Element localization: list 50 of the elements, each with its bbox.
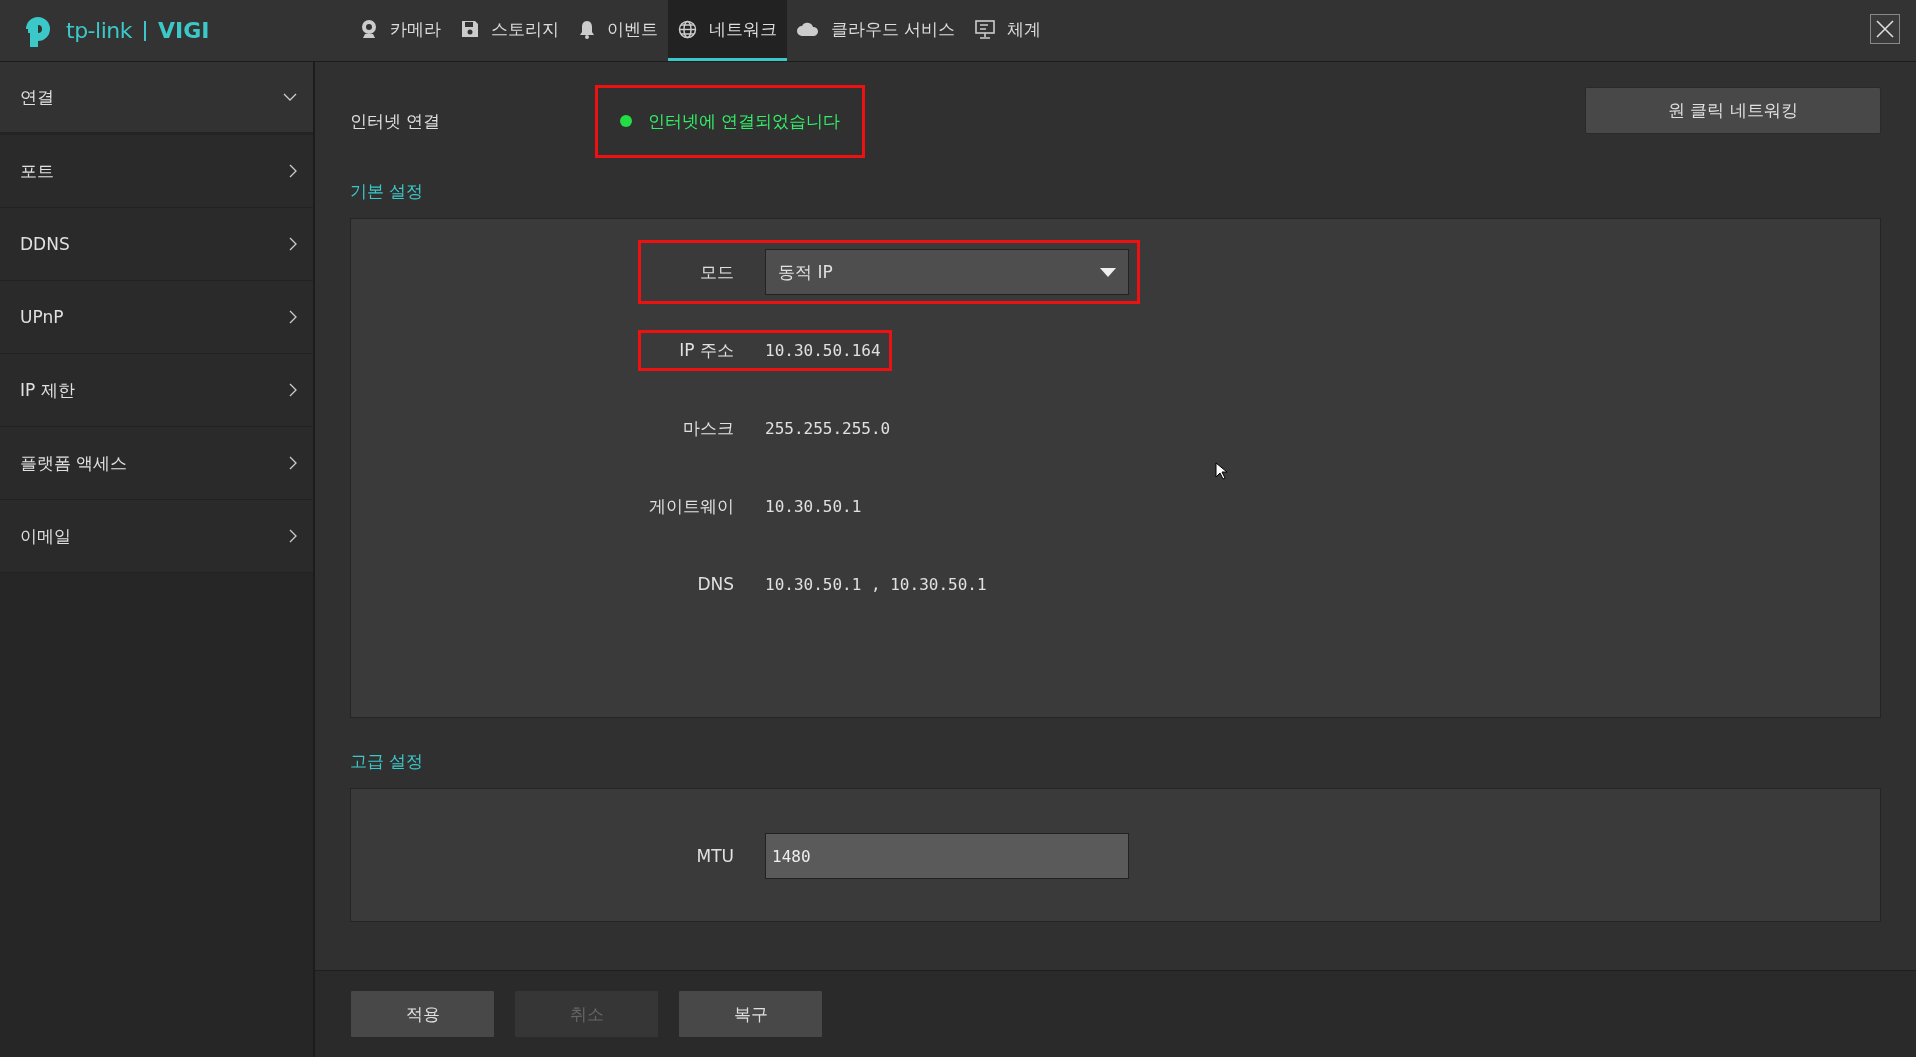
mouse-cursor-icon	[1215, 462, 1227, 480]
field-value: 10.30.50.1 , 10.30.50.1	[765, 574, 987, 594]
nav-tab[interactable]: 클라우드 서비스	[787, 0, 966, 61]
sidebar-item[interactable]: 연결	[0, 62, 313, 135]
field-label: MTU	[695, 846, 734, 866]
globe-icon	[678, 19, 697, 39]
field-label: IP 주소	[678, 338, 734, 362]
field-label: 모드	[699, 260, 734, 284]
one-click-networking-button[interactable]: 원 클릭 네트워킹	[1585, 86, 1881, 134]
dropdown-caret-icon	[1100, 267, 1116, 277]
chevron-right-icon	[289, 164, 297, 178]
field-value: 255.255.255.0	[765, 418, 891, 438]
nav-tab[interactable]: 네트워크	[668, 0, 787, 61]
chevron-right-icon	[289, 237, 297, 251]
status-text: 인터넷에 연결되었습니다	[648, 109, 841, 133]
sidebar-item[interactable]: UPnP	[0, 281, 313, 354]
close-icon	[1876, 20, 1894, 38]
nav-tab[interactable]: 이벤트	[569, 0, 668, 61]
field-value: 10.30.50.164	[765, 340, 881, 360]
chevron-right-icon	[289, 456, 297, 470]
logo-product: VIGI	[157, 18, 210, 43]
sidebar-item[interactable]: 이메일	[0, 500, 313, 573]
field-value: 10.30.50.1	[765, 496, 862, 516]
nav-tab[interactable]: 스토리지	[451, 0, 569, 61]
sidebar-item[interactable]: 포트	[0, 135, 313, 208]
chevron-down-icon	[283, 93, 297, 101]
chevron-right-icon	[289, 529, 297, 543]
bell-icon	[579, 19, 595, 39]
field-label: 게이트웨이	[649, 494, 734, 518]
mode-dropdown[interactable]: 동적 IP	[765, 249, 1129, 295]
field-label: 인터넷 연결	[350, 109, 442, 133]
sidebar-item[interactable]: DDNS	[0, 208, 313, 281]
input-field[interactable]: 1480	[765, 833, 1129, 879]
action-button[interactable]: 적용	[350, 990, 495, 1038]
section-title: 고급 설정	[350, 750, 425, 773]
cloud-icon	[797, 22, 819, 36]
webcam-icon	[360, 19, 378, 39]
sidebar-item[interactable]: IP 제한	[0, 354, 313, 427]
logo-brand: tp-link	[66, 18, 132, 43]
sidebar-item[interactable]: 플랫폼 액세스	[0, 427, 313, 500]
field-label: 마스크	[682, 416, 734, 440]
field-label: DNS	[696, 574, 734, 594]
nav-tab[interactable]: 체계	[965, 0, 1052, 61]
nav-tab[interactable]: 카메라	[350, 0, 451, 61]
chevron-right-icon	[289, 383, 297, 397]
action-button[interactable]: 복구	[678, 990, 823, 1038]
close-button[interactable]	[1870, 14, 1900, 44]
section-title: 기본 설정	[350, 180, 425, 203]
chevron-right-icon	[289, 310, 297, 324]
monitor-icon	[975, 19, 996, 39]
